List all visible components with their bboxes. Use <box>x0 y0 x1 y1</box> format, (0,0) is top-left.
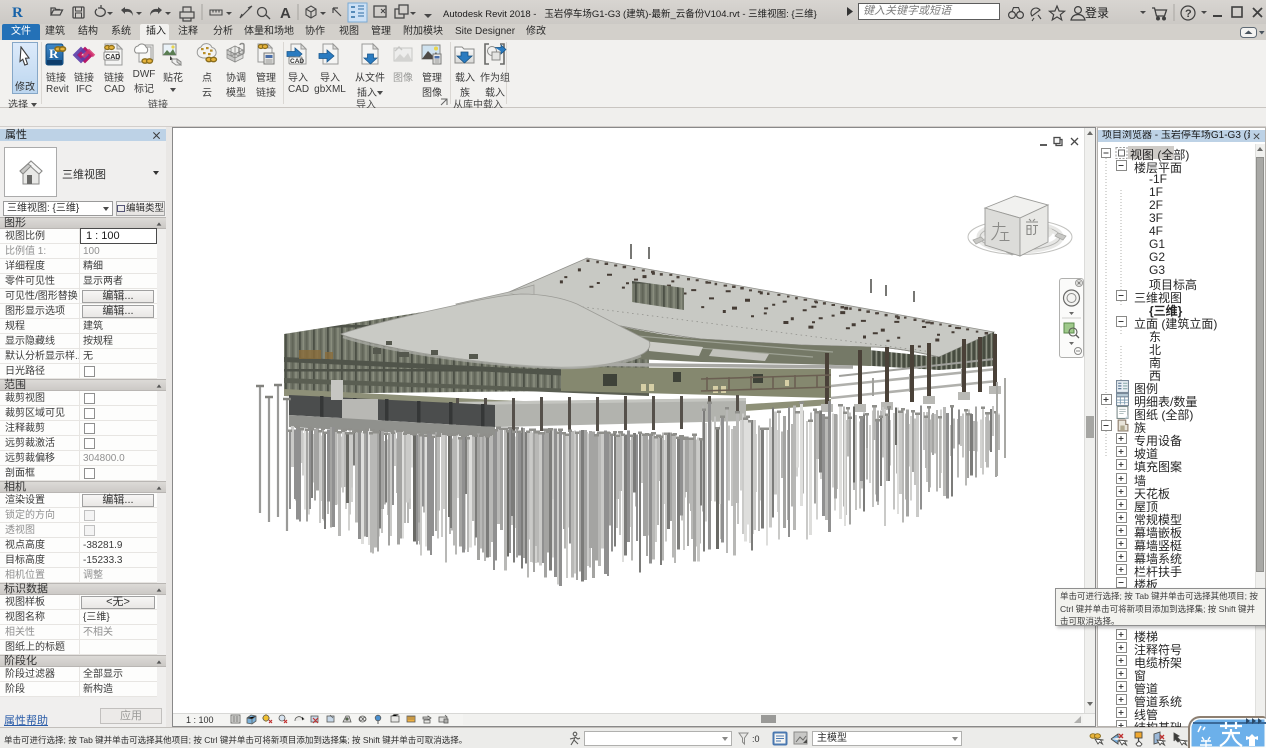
svg-text:?: ? <box>1185 8 1192 20</box>
svg-text:A: A <box>280 5 291 22</box>
svg-text:登录: 登录 <box>1085 5 1109 20</box>
svg-text:R: R <box>12 5 23 21</box>
